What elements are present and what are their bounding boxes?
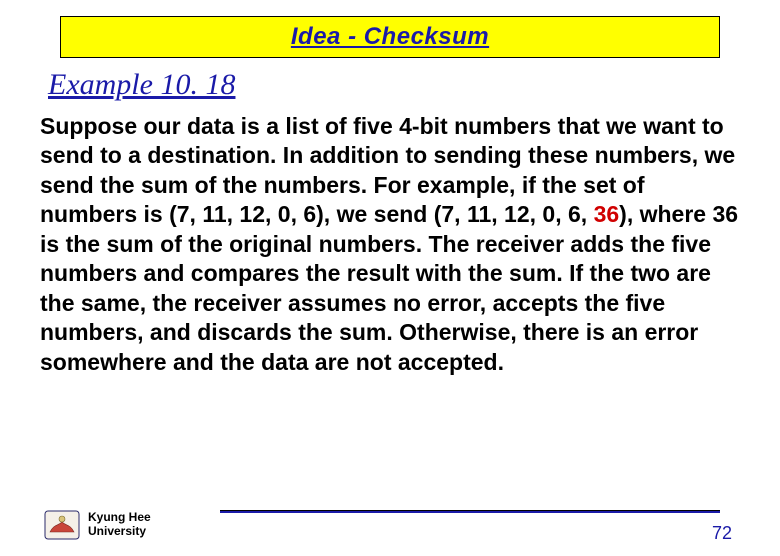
example-heading: Example 10. 18 — [48, 68, 780, 102]
university-name: Kyung Hee University — [88, 511, 151, 539]
slide-footer: Kyung Hee University 72 — [0, 496, 780, 544]
slide-title: Idea - Checksum — [291, 23, 489, 50]
body-text-highlight: 36 — [594, 201, 620, 227]
body-paragraph: Suppose our data is a list of five 4-bit… — [40, 112, 740, 377]
footer-branding: Kyung Hee University — [44, 510, 151, 540]
footer-divider — [220, 510, 720, 513]
university-name-line1: Kyung Hee — [88, 511, 151, 525]
university-crest-icon — [44, 510, 80, 540]
slide-title-bar: Idea - Checksum — [60, 16, 720, 58]
university-name-line2: University — [88, 525, 151, 539]
page-number: 72 — [712, 523, 732, 544]
